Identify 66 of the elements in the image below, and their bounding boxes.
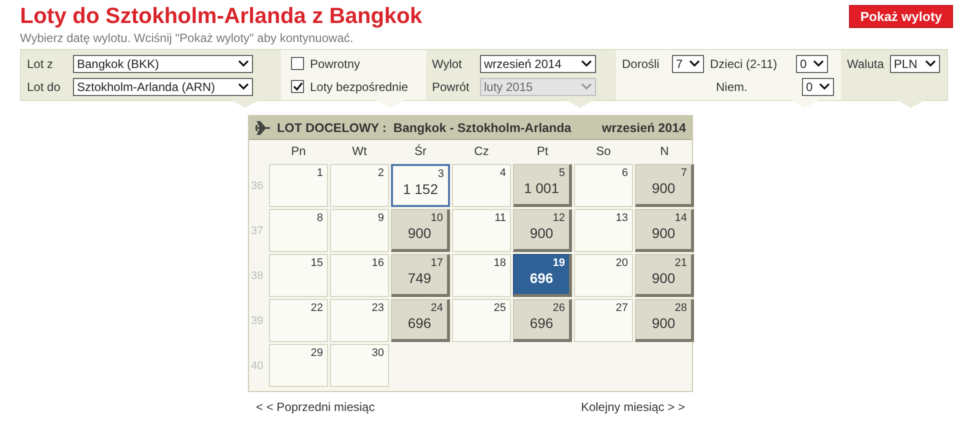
field-label: Lot do xyxy=(27,80,62,94)
day-cell[interactable]: 1 xyxy=(269,164,328,207)
day-cell[interactable]: 28 900 xyxy=(635,299,694,342)
dropdown-field[interactable]: PLN xyxy=(890,54,940,72)
checkbox-label: Loty bezpośrednie xyxy=(310,80,408,94)
day-cell[interactable]: 21 900 xyxy=(635,254,694,297)
day-cell[interactable]: 7 900 xyxy=(635,164,694,207)
day-cell[interactable]: 24 696 xyxy=(391,299,450,342)
next-month-link[interactable]: Kolejny miesiąc > > xyxy=(580,400,685,414)
checkbox-label: Powrotny xyxy=(310,56,360,70)
day-cell[interactable]: 9 xyxy=(330,209,389,252)
previous-month-link[interactable]: < < Poprzedni miesiąc xyxy=(256,400,375,414)
weekday-label: Śr xyxy=(414,143,428,160)
field-label: Dorośli xyxy=(622,56,660,70)
day-cell[interactable]: 17 749 xyxy=(391,254,450,297)
day-cell[interactable]: 12 900 xyxy=(513,209,572,252)
day-cell[interactable]: 22 xyxy=(269,299,328,342)
week-number: 38 xyxy=(250,268,264,284)
day-cell[interactable]: 15 xyxy=(269,254,328,297)
field-label: Dzieci (2-11) xyxy=(710,56,778,70)
day-cell[interactable]: 8 xyxy=(269,209,328,252)
calendar-title: LOT DOCELOWY : Bangkok - Sztokholm-Arlanda xyxy=(277,120,572,134)
field-label: Powrót xyxy=(432,80,470,94)
weekday-label: Cz xyxy=(473,143,490,160)
day-cell[interactable]: 4 xyxy=(452,164,511,207)
day-cell[interactable]: 11 xyxy=(452,209,511,252)
dropdown-field[interactable]: Bangkok (BKK) xyxy=(73,54,253,72)
day-cell[interactable]: 26 696 xyxy=(513,299,572,342)
dropdown-field[interactable]: wrzesień 2014 xyxy=(480,54,596,72)
weekday-label: Wt xyxy=(351,143,368,160)
day-cell[interactable]: 19 696 xyxy=(513,254,572,297)
field-label: Waluta xyxy=(847,56,884,70)
week-number: 40 xyxy=(250,358,264,374)
day-cell[interactable]: 6 xyxy=(574,164,633,207)
dropdown-field[interactable]: 0 xyxy=(802,78,834,96)
weekday-label: So xyxy=(595,143,612,160)
dropdown-field[interactable]: 7 xyxy=(672,54,704,72)
page-title: Loty do Sztokholm-Arlanda z Bangkok xyxy=(20,2,422,30)
show-flights-button[interactable]: Pokaż wyloty xyxy=(849,5,953,28)
day-cell[interactable]: 20 xyxy=(574,254,633,297)
week-number: 39 xyxy=(250,314,264,328)
weekday-label: Pt xyxy=(536,143,550,160)
month-label: wrzesień 2014 xyxy=(602,120,686,134)
day-cell[interactable]: 10 900 xyxy=(391,209,450,252)
dropdown-field[interactable]: Sztokholm-Arlanda (ARN) xyxy=(73,78,253,96)
week-number: 37 xyxy=(250,224,264,238)
day-cell[interactable]: 27 xyxy=(574,299,633,342)
day-cell[interactable]: 23 xyxy=(330,299,389,342)
field-label: Lot z xyxy=(27,56,54,70)
day-cell[interactable]: 16 xyxy=(330,254,389,297)
weekday-label: N xyxy=(659,143,670,160)
field-label: Niem. xyxy=(716,80,748,94)
day-cell[interactable]: 2 xyxy=(330,164,389,207)
field-label: Wylot xyxy=(432,56,463,70)
day-cell[interactable]: 13 xyxy=(574,209,633,252)
day-cell[interactable]: 29 xyxy=(269,344,328,387)
weekday-label: Pn xyxy=(290,143,307,160)
day-cell[interactable]: 5 1 001 xyxy=(513,164,572,207)
day-cell[interactable]: 25 xyxy=(452,299,511,342)
day-cell[interactable]: 3 1 152 xyxy=(391,164,450,207)
day-cell[interactable]: 30 xyxy=(330,344,389,387)
week-number: 36 xyxy=(250,178,264,194)
instruction-text: Wybierz datę wylotu. Wciśnij "Pokaż wyloty" aby kontynuować. xyxy=(20,31,354,45)
day-cell[interactable]: 14 900 xyxy=(635,209,694,252)
dropdown-field[interactable]: 0 xyxy=(796,54,828,72)
day-cell[interactable]: 18 xyxy=(452,254,511,297)
